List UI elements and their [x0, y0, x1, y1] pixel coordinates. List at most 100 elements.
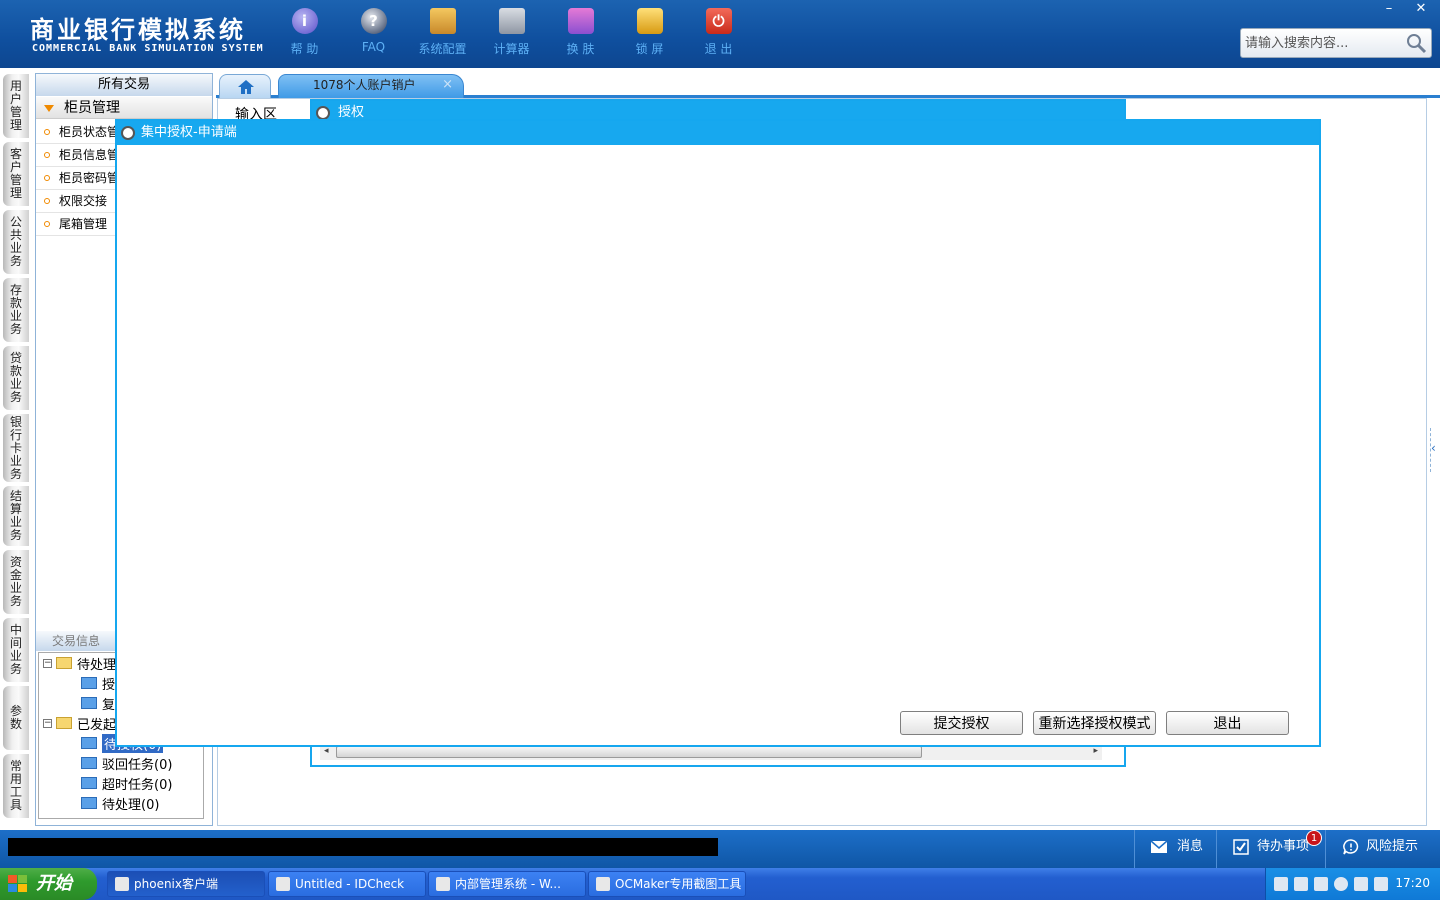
bullet-icon: [44, 198, 50, 204]
app-icon: [276, 877, 290, 891]
calculator-button[interactable]: 计算器: [477, 8, 546, 60]
tab-close-icon[interactable]: ×: [442, 75, 453, 95]
show-hidden-icons-icon[interactable]: [1334, 877, 1348, 891]
menu-item-label: 尾箱管理: [59, 217, 108, 231]
taskbar-item-phoenix[interactable]: phoenix客户端: [107, 871, 265, 897]
shirt-icon: [567, 8, 594, 34]
teller-management-group[interactable]: 柜员管理: [36, 97, 212, 119]
antivirus-icon[interactable]: [1374, 877, 1388, 891]
collapse-right-handle[interactable]: ‹: [1430, 428, 1438, 472]
taskbar-item-idcheck[interactable]: Untitled - IDCheck: [268, 871, 426, 897]
vtab-label: 银行卡业务: [9, 414, 22, 481]
network-icon[interactable]: [1354, 877, 1368, 891]
brand-title: 商业银行模拟系统: [30, 16, 246, 44]
system-config-button[interactable]: 系统配置: [408, 8, 477, 60]
bullet-icon: [44, 221, 50, 227]
tree-node-timeout[interactable]: 超时任务(0): [81, 773, 172, 793]
tree-label: 超时任务(0): [102, 777, 173, 793]
tree-label: 驳回任务(0): [102, 757, 173, 773]
tab-bar: 1078个人账户销户 ×: [216, 70, 1440, 98]
vtab-customer-management[interactable]: 客户管理: [3, 142, 29, 206]
folder-icon: [81, 697, 97, 709]
checkbox-icon: [1233, 839, 1249, 855]
start-label: 开始: [36, 873, 72, 894]
change-skin-label: 换 肤: [566, 42, 595, 56]
start-button[interactable]: 开始: [0, 868, 97, 900]
logout-button[interactable]: ⏻ 退 出: [684, 8, 753, 60]
risk-label: 风险提示: [1366, 839, 1419, 854]
vtab-settlement-business[interactable]: 结算业务: [3, 486, 29, 546]
windows-logo-icon: [8, 875, 27, 892]
taskbar-item-internal-system[interactable]: 内部管理系统 - W...: [428, 871, 586, 897]
system-config-label: 系统配置: [418, 42, 467, 56]
search-icon[interactable]: [1405, 32, 1427, 54]
dialog-title: 集中授权-申请端: [141, 125, 237, 140]
dialog-titlebar[interactable]: 集中授权-申请端: [117, 121, 1319, 145]
scroll-right-icon[interactable]: ▸: [1093, 746, 1098, 756]
tree-node-rejected[interactable]: 驳回任务(0): [81, 753, 172, 773]
messages-label: 消息: [1177, 839, 1204, 854]
search-input[interactable]: [1241, 29, 1401, 57]
vtab-public-business[interactable]: 公共业务: [3, 210, 29, 274]
vtab-deposit-business[interactable]: 存款业务: [3, 278, 29, 342]
risk-alert-button[interactable]: 风险提示: [1342, 836, 1418, 858]
category-tabs: 用户管理 客户管理 公共业务 存款业务 贷款业务 银行卡业务 结算业务 资金业务…: [0, 68, 32, 830]
toolbox-icon: [429, 8, 456, 34]
vtab-fund-business[interactable]: 资金业务: [3, 550, 29, 614]
tree-label: 待处理(0): [102, 797, 160, 813]
tray-arrows-icon[interactable]: [1314, 877, 1328, 891]
collapse-icon[interactable]: −: [43, 658, 52, 668]
vtab-label: 资金业务: [9, 555, 22, 608]
faq-button[interactable]: ? FAQ: [339, 8, 408, 60]
vtab-bank-card-business[interactable]: 银行卡业务: [3, 414, 29, 482]
vtab-label: 存款业务: [9, 283, 22, 336]
chat-bubble-icon: [1343, 839, 1359, 855]
lock-screen-label: 锁 屏: [635, 42, 664, 56]
todo-label: 待办事项: [1257, 839, 1310, 854]
collapse-icon[interactable]: −: [43, 718, 52, 728]
scroll-left-icon[interactable]: ◂: [324, 746, 329, 756]
keyboard-icon[interactable]: [1274, 877, 1288, 891]
lock-screen-button[interactable]: 锁 屏: [615, 8, 684, 60]
tree-node-todo[interactable]: 待处理(0): [81, 793, 159, 813]
vtab-common-tools[interactable]: 常用工具: [3, 754, 29, 818]
vtab-loan-business[interactable]: 贷款业务: [3, 346, 29, 410]
vtab-label: 结算业务: [9, 489, 22, 542]
vtab-parameters[interactable]: 参数: [3, 686, 29, 750]
help-icon[interactable]: [1294, 877, 1308, 891]
taskbar-item-label: Untitled - IDCheck: [295, 877, 405, 891]
logout-label: 退 出: [704, 42, 733, 56]
faq-label: FAQ: [361, 40, 386, 54]
folder-icon: [81, 757, 97, 769]
exit-button[interactable]: 退出: [1166, 711, 1289, 735]
messages-button[interactable]: 消息: [1150, 836, 1203, 858]
minimize-button[interactable]: –: [1374, 0, 1404, 18]
submit-auth-button[interactable]: 提交授权: [900, 711, 1023, 735]
lock-icon: [636, 8, 663, 34]
todo-button[interactable]: 待办事项: [1233, 836, 1309, 858]
system-tray: 17:20: [1265, 868, 1440, 900]
vtab-user-management[interactable]: 用户管理: [3, 74, 29, 138]
window-close-button[interactable]: ✕: [1406, 0, 1436, 18]
reselect-auth-mode-button[interactable]: 重新选择授权模式: [1033, 711, 1156, 735]
scrollbar-thumb[interactable]: [336, 746, 922, 758]
tab-label: 1078个人账户销户: [313, 78, 416, 92]
status-bar: 消息 待办事项 风险提示: [0, 830, 1440, 868]
tab-home[interactable]: [219, 74, 271, 98]
help-button[interactable]: i 帮 助: [270, 8, 339, 60]
taskbar-item-label: 内部管理系统 - W...: [455, 877, 561, 891]
bullet-icon: [44, 152, 50, 158]
browser-icon: [436, 877, 450, 891]
all-transactions-header[interactable]: 所有交易: [36, 74, 212, 96]
tab-account-closing[interactable]: 1078个人账户销户 ×: [278, 74, 464, 98]
change-skin-button[interactable]: 换 肤: [546, 8, 615, 60]
envelope-icon: [1150, 840, 1168, 853]
taskbar-item-ocmaker[interactable]: OCMaker专用截图工具: [588, 871, 746, 897]
windows-taskbar: 开始 phoenix客户端 Untitled - IDCheck 内部管理系统 …: [0, 868, 1440, 900]
vtab-intermediary-business[interactable]: 中间业务: [3, 618, 29, 682]
app-icon: [121, 126, 135, 140]
bullet-icon: [44, 129, 50, 135]
divider: [1134, 830, 1135, 868]
power-icon: ⏻: [705, 8, 732, 34]
todo-count-badge: 1: [1306, 830, 1322, 846]
